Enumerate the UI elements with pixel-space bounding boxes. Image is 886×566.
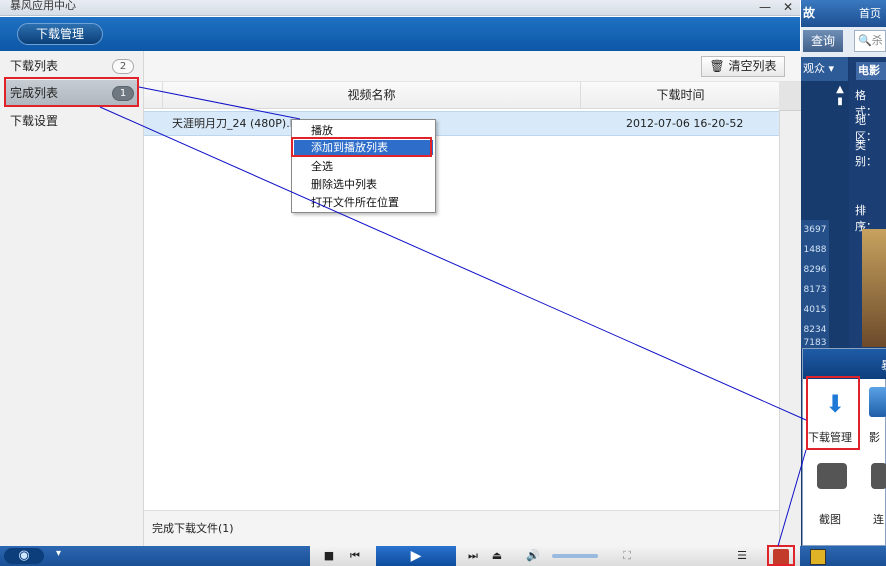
annotation-line (99, 106, 807, 421)
annotation-lines (99, 86, 807, 547)
annotation-line (138, 86, 301, 120)
annotation-line (777, 449, 807, 547)
